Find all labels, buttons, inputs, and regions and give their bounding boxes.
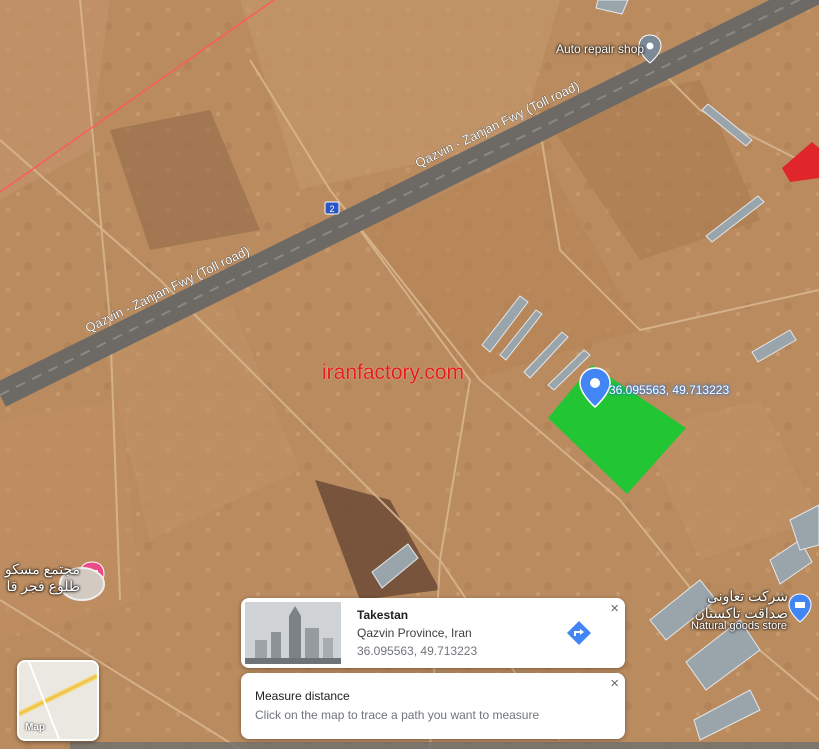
measure-title: Measure distance <box>255 689 350 703</box>
place-left[interactable]: مجتمع مسکو طلوع فجر قا <box>0 561 80 595</box>
place-left-line1: مجتمع مسکو <box>4 561 80 577</box>
place-right-category: Natural goods store <box>691 620 787 632</box>
info-card-close-icon[interactable]: × <box>610 601 619 616</box>
directions-icon <box>567 621 591 645</box>
place-right[interactable]: شرکت تعاونی صداقت تاکستان <box>686 588 788 622</box>
route-number: 2 <box>329 204 334 214</box>
place-info-card[interactable]: Takestan Qazvin Province, Iran 36.095563… <box>241 598 625 668</box>
measure-card-close-icon[interactable]: × <box>610 676 619 691</box>
directions-button[interactable] <box>566 620 592 646</box>
watermark-text: iranfactory.com <box>322 361 464 384</box>
auto-repair-label[interactable]: Auto repair shop <box>556 42 644 56</box>
measure-distance-card[interactable]: Measure distance Click on the map to tra… <box>241 673 625 739</box>
pin-coordinates-label: 36.095563, 49.713223 <box>609 383 730 397</box>
field-patch <box>0 400 140 640</box>
map-toggle-label: Map <box>25 722 45 733</box>
bottom-strip <box>70 742 819 749</box>
place-thumbnail[interactable] <box>245 602 341 664</box>
measure-instruction: Click on the map to trace a path you wan… <box>255 708 540 722</box>
place-left-line2: طلوع فجر قا <box>6 578 80 594</box>
place-coordinates: 36.095563, 49.713223 <box>357 644 478 658</box>
place-right-line1: شرکت تعاونی <box>707 588 788 604</box>
place-title: Takestan <box>357 608 409 622</box>
place-subtitle: Qazvin Province, Iran <box>357 626 472 640</box>
map-type-toggle[interactable]: Map <box>17 660 99 741</box>
